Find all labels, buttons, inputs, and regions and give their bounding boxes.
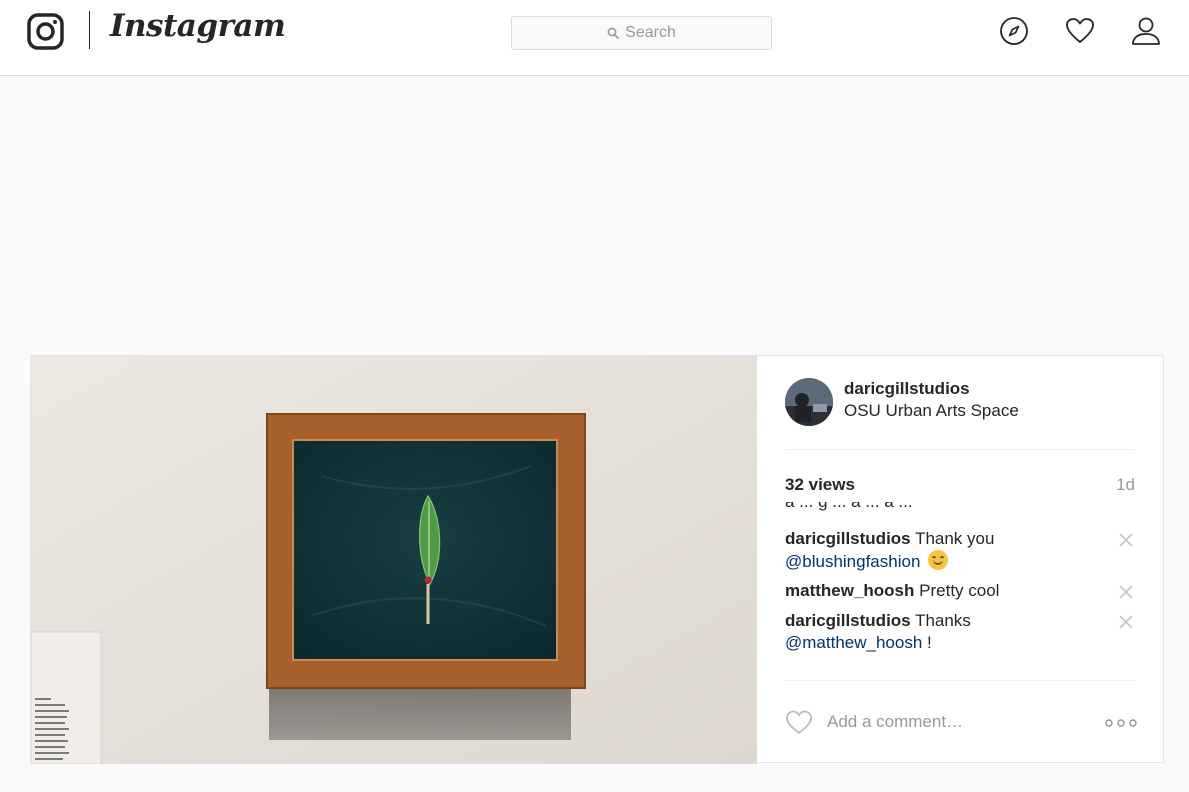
like-heart-icon[interactable]	[785, 709, 813, 735]
search-icon	[607, 27, 620, 39]
avatar[interactable]	[785, 378, 833, 426]
delete-comment-close-icon[interactable]	[1119, 615, 1133, 629]
instagram-camera-icon[interactable]	[27, 13, 64, 50]
add-comment-input[interactable]	[827, 712, 1087, 732]
logo-divider	[89, 11, 90, 49]
top-navbar: Instagram Search	[0, 0, 1189, 76]
comment-item: matthew_hoosh Pretty cool	[785, 580, 1105, 602]
comment-text: Thank you	[915, 529, 995, 548]
comment-item: daricgillstudios Thank you @blushingfash…	[785, 528, 1105, 573]
post-location[interactable]: OSU Urban Arts Space	[844, 401, 1019, 421]
profile-person-icon[interactable]	[1130, 15, 1162, 47]
more-options-ellipsis-icon[interactable]	[1105, 718, 1137, 728]
post-photo[interactable]	[31, 356, 757, 764]
comment-suffix: !	[922, 633, 932, 652]
search-input[interactable]: Search	[511, 16, 772, 50]
delete-comment-close-icon[interactable]	[1119, 585, 1133, 599]
delete-comment-close-icon[interactable]	[1119, 533, 1133, 547]
compass-explore-icon[interactable]	[998, 15, 1030, 47]
photo-artwork-leaf-in-frame	[31, 356, 757, 764]
divider	[785, 449, 1135, 450]
comment-mention[interactable]: @blushingfashion	[785, 552, 920, 571]
comment-mention[interactable]: @matthew_hoosh	[785, 633, 922, 652]
comment-username[interactable]: matthew_hoosh	[785, 581, 914, 600]
smiling-face-emoji-icon	[928, 550, 949, 570]
avatar-image	[785, 378, 833, 426]
comment-username[interactable]: daricgillstudios	[785, 529, 911, 548]
view-count[interactable]: 32 views	[785, 475, 855, 495]
post-details-panel: daricgillstudios OSU Urban Arts Space 32…	[757, 356, 1165, 764]
comment-text: Thanks	[915, 611, 971, 630]
comment-list: a ... g ... a ... a ... daricgillstudios…	[785, 502, 1135, 656]
comment-text: Pretty cool	[919, 581, 1000, 600]
instagram-wordmark-logo[interactable]: Instagram	[110, 8, 286, 44]
search-placeholder: Search	[625, 24, 676, 41]
clipped-comment-fragment: a ... g ... a ... a ...	[785, 502, 913, 512]
post-timestamp: 1d	[1116, 475, 1135, 494]
comment-item: daricgillstudios Thanks @matthew_hoosh !	[785, 610, 1105, 654]
post-card: daricgillstudios OSU Urban Arts Space 32…	[30, 355, 1165, 764]
divider	[785, 680, 1135, 681]
post-username[interactable]: daricgillstudios	[844, 379, 970, 399]
comment-username[interactable]: daricgillstudios	[785, 611, 911, 630]
heart-activity-icon[interactable]	[1064, 15, 1096, 47]
